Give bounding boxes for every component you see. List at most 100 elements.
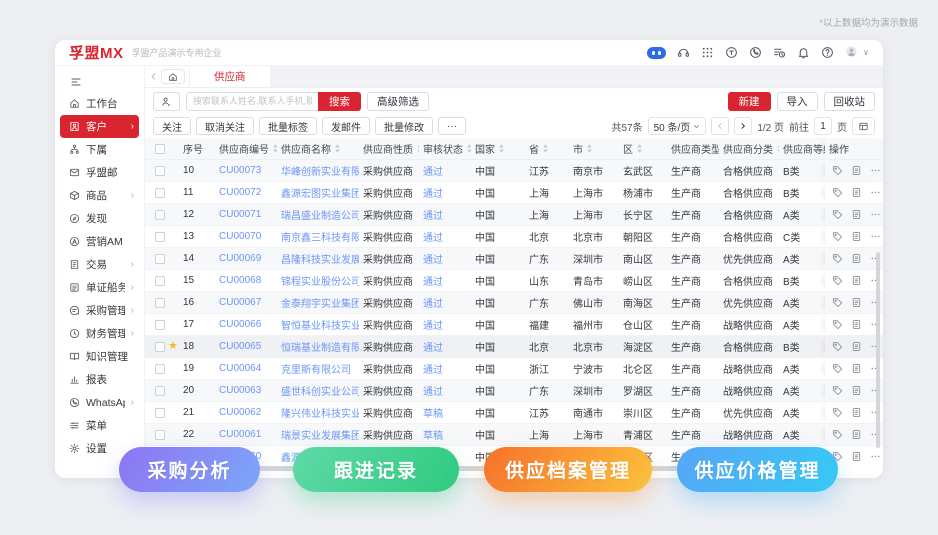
column-header-name[interactable]: 供应商名称 [277, 138, 359, 159]
recycle-bin-button[interactable]: 回收站 [823, 91, 875, 111]
cell-check[interactable] [145, 402, 179, 423]
avatar[interactable]: ∨ [845, 45, 869, 61]
sidebar-item-WhatsAp...[interactable]: WhatsAp...› [60, 391, 139, 414]
more-icon[interactable] [870, 231, 881, 242]
cell-code-link[interactable]: CU00065 [215, 336, 277, 357]
table-row[interactable]: 22 CU00061瑞景实业发展集团... 采购供应商草稿 中国 上海 上海市 青浦区 生产商… [145, 424, 883, 446]
ai-assistant-icon[interactable] [647, 46, 667, 59]
cell-check[interactable] [145, 380, 179, 401]
cell-name-link[interactable]: 隆兴伟业科技实业 [277, 402, 359, 423]
bell-icon[interactable] [797, 46, 810, 59]
tag-icon[interactable] [832, 407, 843, 418]
cell-check[interactable] [145, 270, 179, 291]
translate-icon[interactable] [725, 46, 738, 59]
table-row[interactable]: 12 CU00071 瑞昌盛业制造公司 采购供应商 通过 中国 上海 上海市 长宁区 生产商 合格供… [145, 204, 883, 226]
sidebar-item-下属[interactable]: 下属 [60, 138, 139, 161]
note-icon[interactable] [851, 385, 862, 396]
batch-button-发邮件[interactable]: 发邮件 [322, 117, 370, 135]
float-button-供应价格管理[interactable]: 供应价格管理 [677, 447, 838, 492]
note-icon[interactable] [851, 319, 862, 330]
tag-icon[interactable] [832, 297, 843, 308]
tab-home-icon[interactable] [161, 69, 185, 84]
float-button-供应档案管理[interactable]: 供应档案管理 [484, 447, 652, 492]
cell-code-link[interactable]: CU00062 [215, 402, 277, 423]
note-icon[interactable] [851, 363, 862, 374]
table-row[interactable]: 20 CU00063 盛世科创实业公司 采购供应商 通过 中国 广东 深圳市 罗湖区 生产商 战略供… [145, 380, 883, 402]
batch-button-批量标签[interactable]: 批量标签 [259, 117, 317, 135]
batch-button-批量修改[interactable]: 批量修改 [375, 117, 433, 135]
cell-code-link[interactable]: CU00073 [215, 160, 277, 181]
table-row[interactable]: 19 CU00064 克里斯有限公司 采购供应商 通过 中国 浙江 宁波市 北仑区 生产商 战略供应… [145, 358, 883, 380]
cell-check[interactable] [145, 358, 179, 379]
cell-name-link[interactable]: 智恒基业科技实业 [277, 314, 359, 335]
per-page-select[interactable]: 50 条/页 [647, 117, 707, 135]
tag-icon[interactable] [832, 319, 843, 330]
cell-name-link[interactable]: 盛世科创实业公司 [277, 380, 359, 401]
select-all-checkbox[interactable] [155, 143, 165, 154]
sidebar-item-营销AM[interactable]: 营销AM [60, 230, 139, 253]
tag-icon[interactable] [832, 341, 843, 352]
cell-check[interactable] [145, 226, 179, 247]
tab-back-icon[interactable] [145, 66, 161, 87]
more-icon[interactable] [870, 187, 881, 198]
sidebar-collapse-icon[interactable] [55, 71, 144, 92]
sidebar-item-工作台[interactable]: 工作台 [60, 92, 139, 115]
cell-check[interactable] [145, 292, 179, 313]
more-actions-button[interactable]: ··· [438, 117, 466, 135]
vertical-scrollbar[interactable] [876, 252, 880, 448]
sort-icon[interactable] [636, 143, 643, 154]
note-icon[interactable] [851, 275, 862, 286]
float-button-跟进记录[interactable]: 跟进记录 [293, 447, 459, 492]
headset-icon[interactable] [677, 46, 690, 59]
tag-icon[interactable] [832, 363, 843, 374]
prev-page-button[interactable] [711, 117, 730, 135]
cell-code-link[interactable]: CU00072 [215, 182, 277, 203]
cell-code-link[interactable]: CU00066 [215, 314, 277, 335]
column-header-city[interactable]: 市 [569, 138, 619, 159]
cell-name-link[interactable]: 昌隆科技实业发展... [277, 248, 359, 269]
cell-check[interactable] [145, 314, 179, 335]
batch-button-取消关注[interactable]: 取消关注 [196, 117, 254, 135]
column-header-status[interactable]: 审核状态 [419, 138, 471, 159]
column-header-code[interactable]: 供应商编号 [215, 138, 277, 159]
note-icon[interactable] [851, 209, 862, 220]
tag-icon[interactable] [832, 209, 843, 220]
cell-name-link[interactable]: 克里斯有限公司 [277, 358, 359, 379]
tag-icon[interactable] [832, 187, 843, 198]
apps-grid-icon[interactable] [701, 46, 714, 59]
column-header-nature[interactable]: 供应商性质 [359, 138, 419, 159]
more-icon[interactable] [870, 209, 881, 220]
note-icon[interactable] [851, 297, 862, 308]
sort-icon[interactable] [498, 143, 505, 154]
column-settings-button[interactable] [852, 117, 875, 135]
sidebar-item-发现[interactable]: 发现 [60, 207, 139, 230]
batch-button-关注[interactable]: 关注 [153, 117, 191, 135]
import-button[interactable]: 导入 [776, 91, 818, 111]
cell-code-link[interactable]: CU00070 [215, 226, 277, 247]
cell-code-link[interactable]: CU00067 [215, 292, 277, 313]
column-header-country[interactable]: 国家 [471, 138, 525, 159]
tag-icon[interactable] [832, 165, 843, 176]
sort-icon[interactable] [542, 143, 549, 154]
cell-check[interactable] [145, 204, 179, 225]
help-icon[interactable] [821, 46, 834, 59]
cell-name-link[interactable]: 恒瑞基业制造有限... [277, 336, 359, 357]
cell-name-link[interactable]: 瑞景实业发展集团... [277, 424, 359, 445]
cell-code-link[interactable]: CU00071 [215, 204, 277, 225]
cell-name-link[interactable]: 金泰翔宇实业集团 [277, 292, 359, 313]
sidebar-item-采购管理[interactable]: 采购管理 › [60, 299, 139, 322]
cell-name-link[interactable]: 南京鑫三科技有限... [277, 226, 359, 247]
note-icon[interactable] [851, 187, 862, 198]
contact-filter-button[interactable] [153, 91, 180, 111]
search-button[interactable]: 搜索 [318, 91, 361, 111]
more-icon[interactable] [870, 165, 881, 176]
cell-code-link[interactable]: CU00068 [215, 270, 277, 291]
cell-name-link[interactable]: 瑞昌盛业制造公司 [277, 204, 359, 225]
table-row[interactable]: 16 CU00067 金泰翔宇实业集团 采购供应商 通过 中国 广东 佛山市 南海区 生产商 优先供… [145, 292, 883, 314]
star-icon[interactable]: ★ [168, 341, 178, 352]
note-icon[interactable] [851, 407, 862, 418]
cell-code-link[interactable]: CU00069 [215, 248, 277, 269]
note-icon[interactable] [851, 429, 862, 440]
cell-check[interactable] [145, 424, 179, 445]
table-row[interactable]: 10 CU00073华峰创新实业有限... 采购供应商通过 中国 江苏 南京市 玄武区 生产商… [145, 160, 883, 182]
